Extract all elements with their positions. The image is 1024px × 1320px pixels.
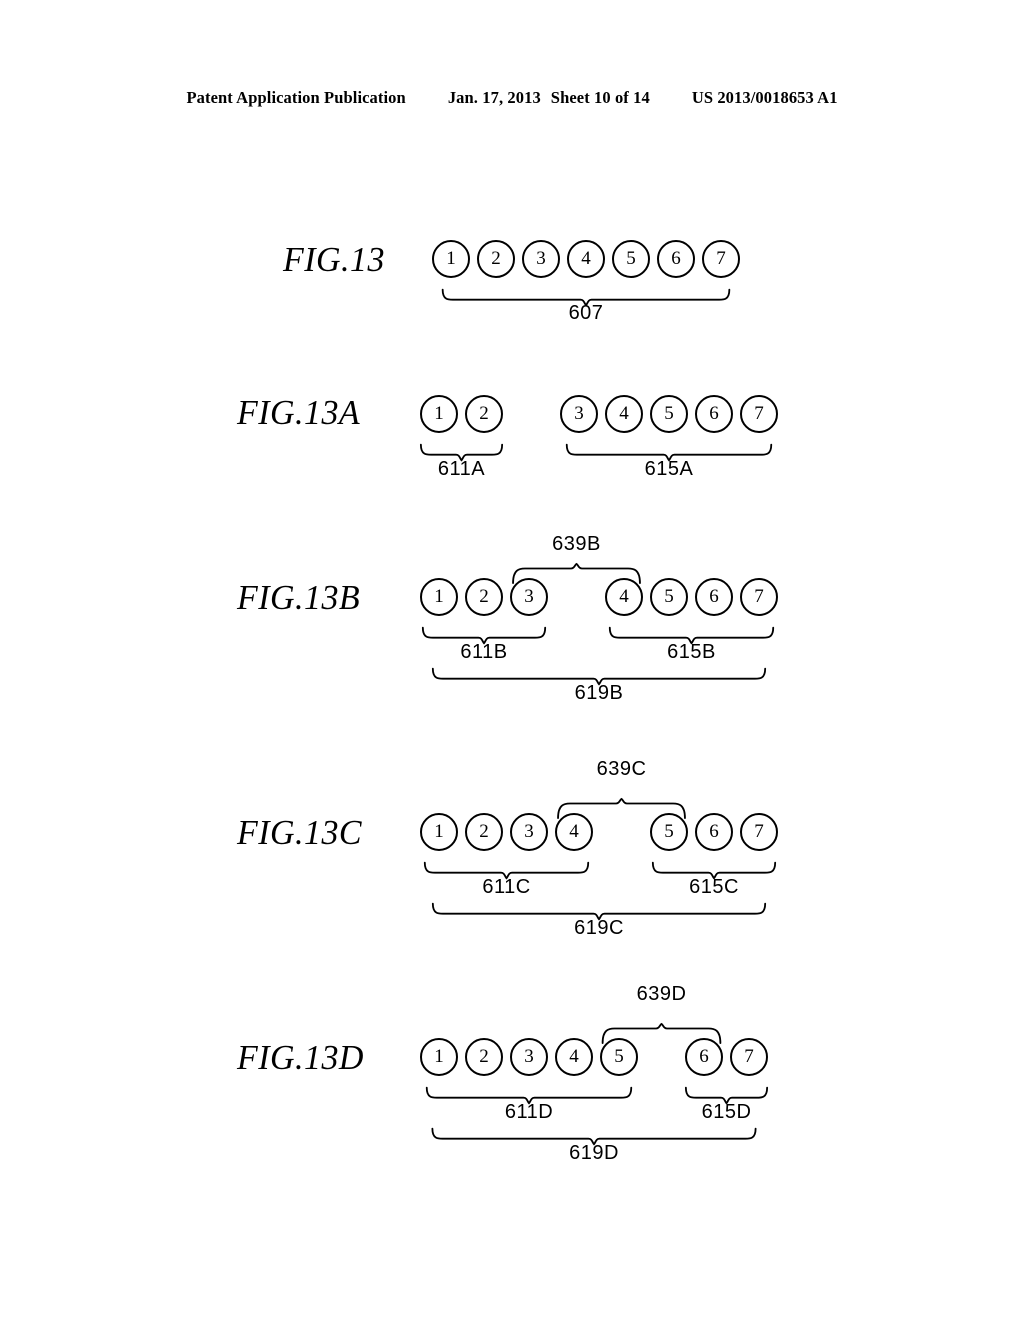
node-circle: 2 <box>465 395 503 433</box>
node-circle: 1 <box>420 395 458 433</box>
group-below-reference-label: 611C <box>482 876 531 898</box>
figure-label: FIG.13C <box>237 813 363 852</box>
figure-label: FIG.13D <box>237 1038 364 1077</box>
node-circle: 3 <box>560 395 598 433</box>
group-above-reference-label: 639D <box>636 983 687 1005</box>
group-below-reference-label: 615B <box>667 641 716 663</box>
node-circle: 2 <box>465 813 503 851</box>
node-circle: 1 <box>420 578 458 616</box>
header-docnum: US 2013/0018653 A1 <box>691 88 838 107</box>
node-circle: 6 <box>657 240 695 278</box>
group-total-reference-label: 619D <box>569 1142 619 1164</box>
node-circle: 5 <box>650 578 688 616</box>
node-circle: 7 <box>702 240 740 278</box>
node-circle: 1 <box>432 240 470 278</box>
group-below-reference-label: 615A <box>644 458 694 480</box>
header-publication: Patent Application Publication <box>186 88 406 107</box>
node-circle: 2 <box>465 1038 503 1076</box>
node-circle: 3 <box>522 240 560 278</box>
group-above-reference-label: 639B <box>552 533 601 555</box>
group-total-reference-label: 619C <box>574 917 624 939</box>
header-sheet: Sheet 10 of 14 <box>550 88 650 107</box>
node-circle: 3 <box>510 813 548 851</box>
node-circle: 3 <box>510 1038 548 1076</box>
group-above-brace <box>551 797 692 819</box>
header-date: Jan. 17, 2013 <box>447 88 541 107</box>
figure-label: FIG.13A <box>237 393 361 432</box>
group-below-reference-label: 611A <box>437 458 486 480</box>
node-circle: 2 <box>477 240 515 278</box>
node-circle: 5 <box>650 395 688 433</box>
group-above-reference-label: 639C <box>596 758 647 780</box>
node-circle: 2 <box>465 578 503 616</box>
node-circle: 6 <box>695 395 733 433</box>
group-below-reference-label: 611D <box>504 1101 554 1123</box>
node-circle: 7 <box>730 1038 768 1076</box>
group-below-reference-label: 615C <box>689 876 739 898</box>
node-circle: 6 <box>695 813 733 851</box>
figure-label: FIG.13 <box>283 240 385 279</box>
node-circle: 4 <box>567 240 605 278</box>
group-below-reference-label: 615D <box>701 1101 752 1123</box>
sheet-header: Patent Application Publication Jan. 17, 2… <box>0 88 1024 108</box>
group-below-reference-label: 611B <box>460 641 508 663</box>
group-above-brace <box>506 562 647 584</box>
group-above-brace <box>596 1022 727 1044</box>
node-circle: 5 <box>612 240 650 278</box>
node-circle: 4 <box>605 395 643 433</box>
node-circle: 7 <box>740 813 778 851</box>
patent-drawing-sheet: Patent Application Publication Jan. 17, 2… <box>0 0 1024 1320</box>
node-circle: 1 <box>420 813 458 851</box>
node-circle: 4 <box>555 1038 593 1076</box>
figure-label: FIG.13B <box>237 578 361 617</box>
group-below-reference-label: 607 <box>568 302 604 324</box>
node-circle: 1 <box>420 1038 458 1076</box>
node-circle: 7 <box>740 578 778 616</box>
group-total-reference-label: 619B <box>574 682 624 704</box>
node-circle: 6 <box>695 578 733 616</box>
node-circle: 7 <box>740 395 778 433</box>
